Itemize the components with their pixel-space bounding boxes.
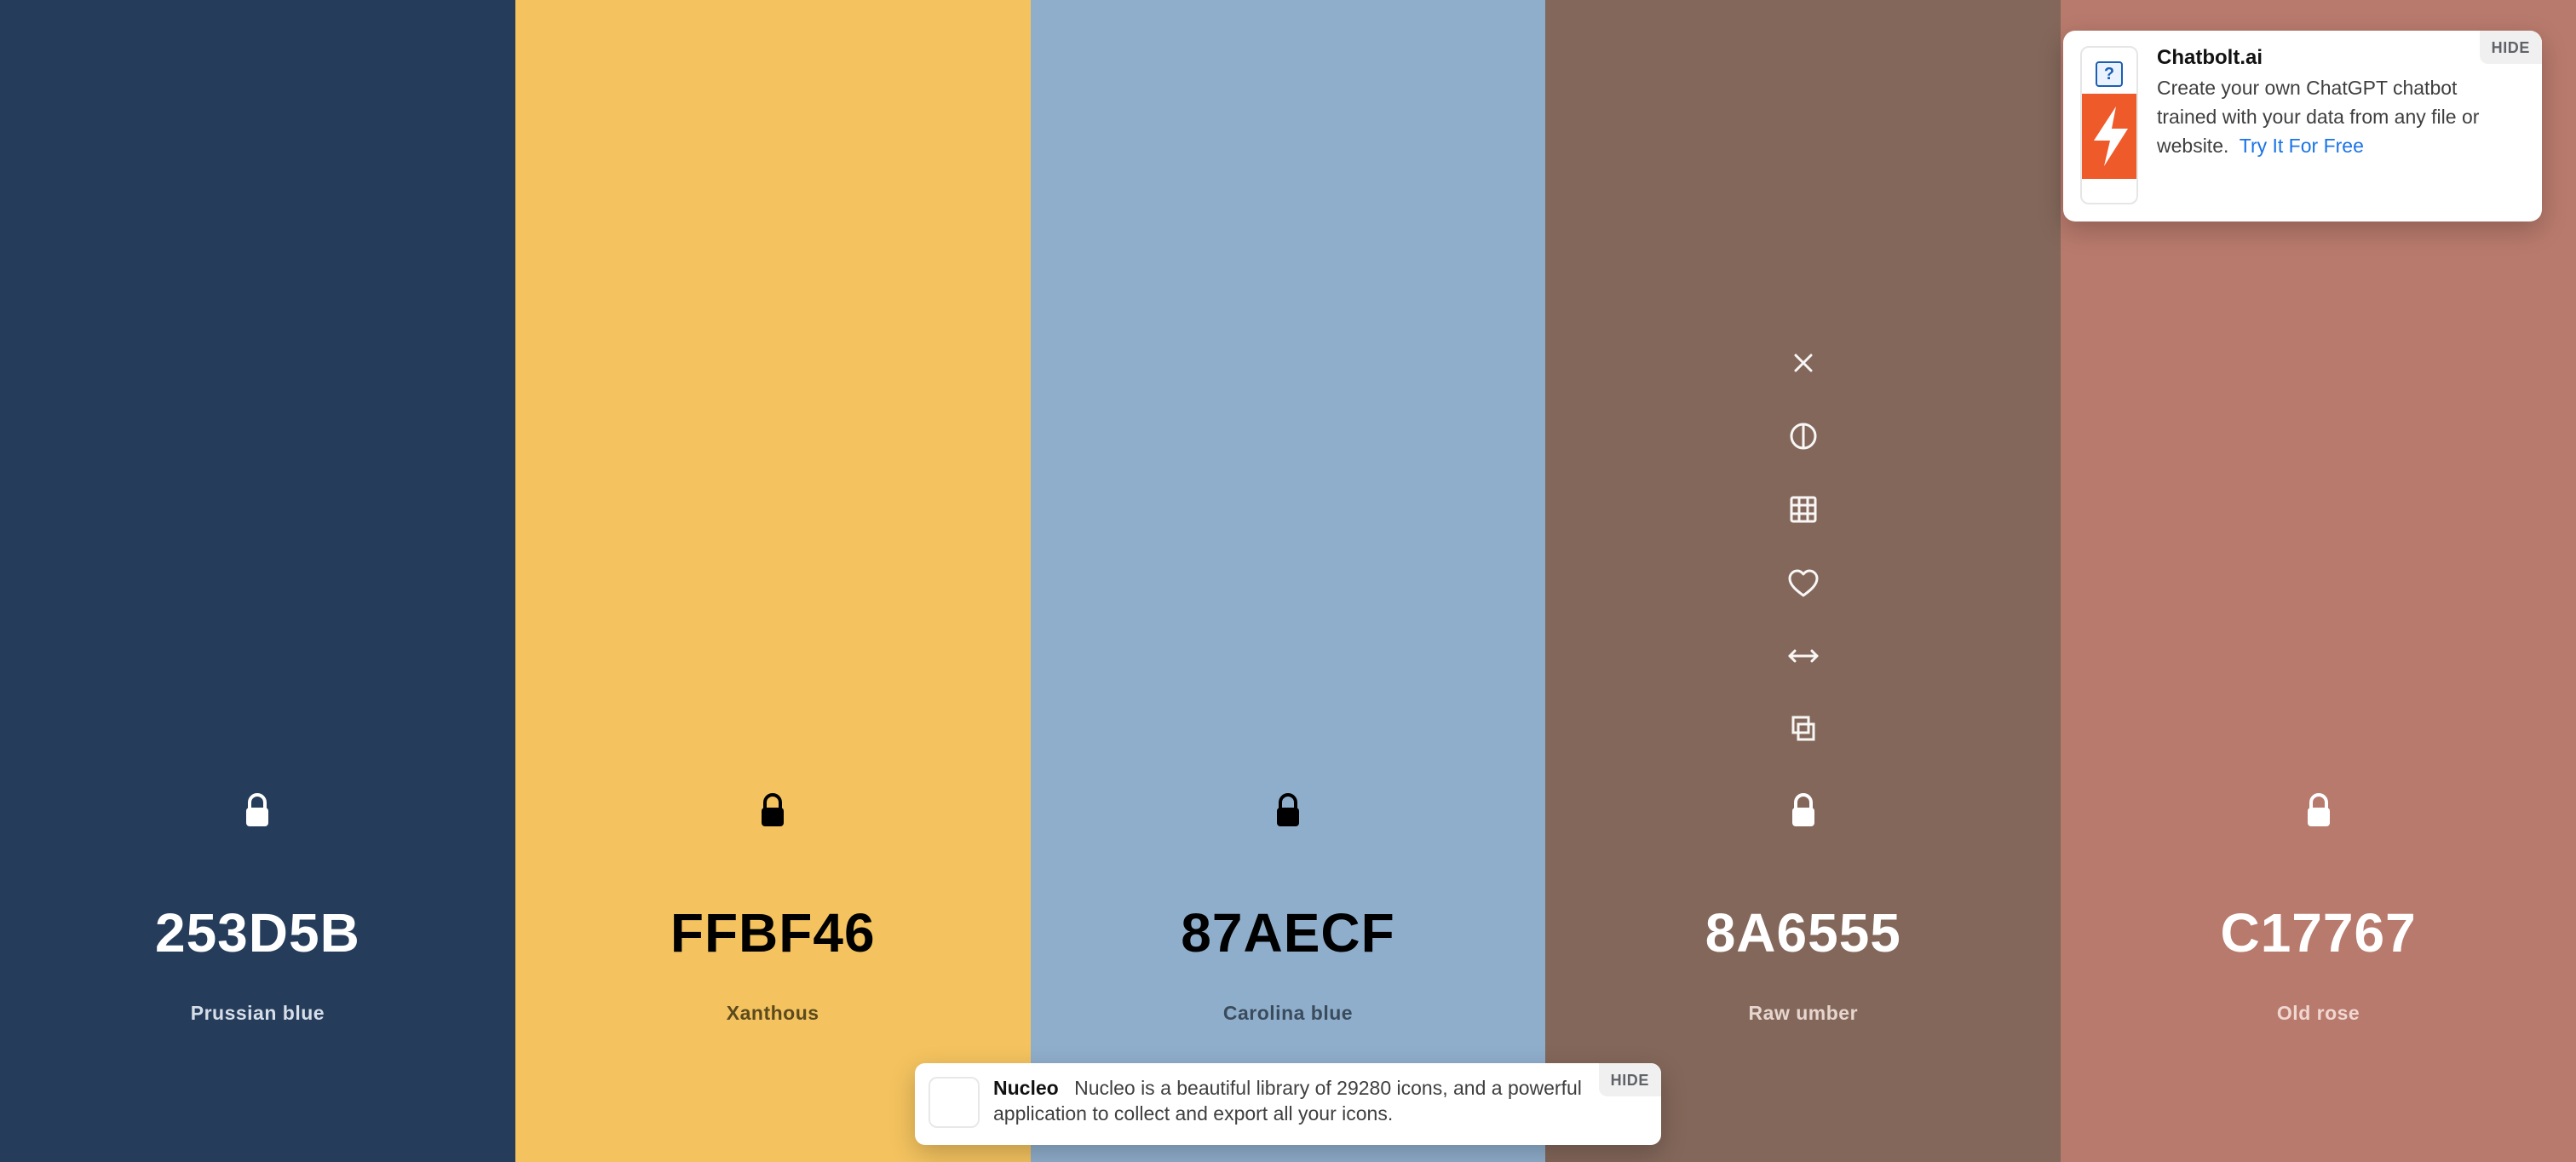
heart-icon[interactable] <box>1783 562 1824 603</box>
color-column-2[interactable]: FFBF46 Xanthous <box>515 0 1031 1162</box>
ad-body: Nucleo is a beautiful library of 29280 i… <box>993 1077 1582 1125</box>
lock-toggle-icon[interactable] <box>1268 789 1308 831</box>
nucleo-ad-card[interactable]: HIDE Nucleo Nucleo is a beautiful librar… <box>915 1063 1661 1145</box>
copy-icon[interactable] <box>1783 709 1824 750</box>
color-column-1[interactable]: 253D5B Prussian blue <box>0 0 515 1162</box>
hex-code[interactable]: FFBF46 <box>515 901 1031 964</box>
color-name[interactable]: Xanthous <box>515 1002 1031 1025</box>
color-name[interactable]: Carolina blue <box>1031 1002 1546 1025</box>
color-name[interactable]: Prussian blue <box>0 1002 515 1025</box>
close-icon[interactable] <box>1783 342 1824 383</box>
hex-code[interactable]: 87AECF <box>1031 901 1546 964</box>
question-mark-icon: ? <box>2096 61 2123 87</box>
contrast-icon[interactable] <box>1783 416 1824 457</box>
nucleo-thumbnail <box>929 1077 980 1128</box>
lock-toggle-icon[interactable] <box>238 789 277 831</box>
ad-body: Create your own ChatGPT chatbot trained … <box>2157 73 2521 160</box>
chatbolt-ad-text: Chatbolt.ai Create your own ChatGPT chat… <box>2157 46 2521 160</box>
lock-toggle-icon[interactable] <box>1784 789 1823 831</box>
color-palette: 253D5B Prussian blue FFBF46 Xanthous 87A… <box>0 0 2576 1162</box>
ad-title: Chatbolt.ai <box>2157 46 2263 69</box>
color-column-4[interactable]: 8A6555 Raw umber <box>1545 0 2061 1162</box>
chatbolt-thumbnail: ? <box>2080 46 2138 204</box>
color-name[interactable]: Old rose <box>2061 1002 2576 1025</box>
lock-toggle-icon[interactable] <box>753 789 792 831</box>
hex-code[interactable]: 8A6555 <box>1545 901 2061 964</box>
color-tools <box>1774 342 1833 750</box>
color-column-3[interactable]: 87AECF Carolina blue <box>1030 0 1546 1162</box>
hex-code[interactable]: C17767 <box>2061 901 2576 964</box>
chatbolt-ad-card[interactable]: HIDE ? Chatbolt.ai Create your own ChatG… <box>2063 31 2542 221</box>
lightning-bolt-icon <box>2082 94 2136 179</box>
hex-code[interactable]: 253D5B <box>0 901 515 964</box>
lock-toggle-icon[interactable] <box>2299 789 2338 831</box>
grid-icon[interactable] <box>1783 489 1824 530</box>
hide-ad-button[interactable]: HIDE <box>1598 1063 1661 1096</box>
ad-title: Nucleo <box>993 1077 1059 1099</box>
nucleo-ad-text: Nucleo Nucleo is a beautiful library of … <box>993 1075 1598 1126</box>
try-it-free-link[interactable]: Try It For Free <box>2240 135 2364 157</box>
resize-horizontal-icon[interactable] <box>1783 636 1824 676</box>
color-name[interactable]: Raw umber <box>1545 1002 2061 1025</box>
